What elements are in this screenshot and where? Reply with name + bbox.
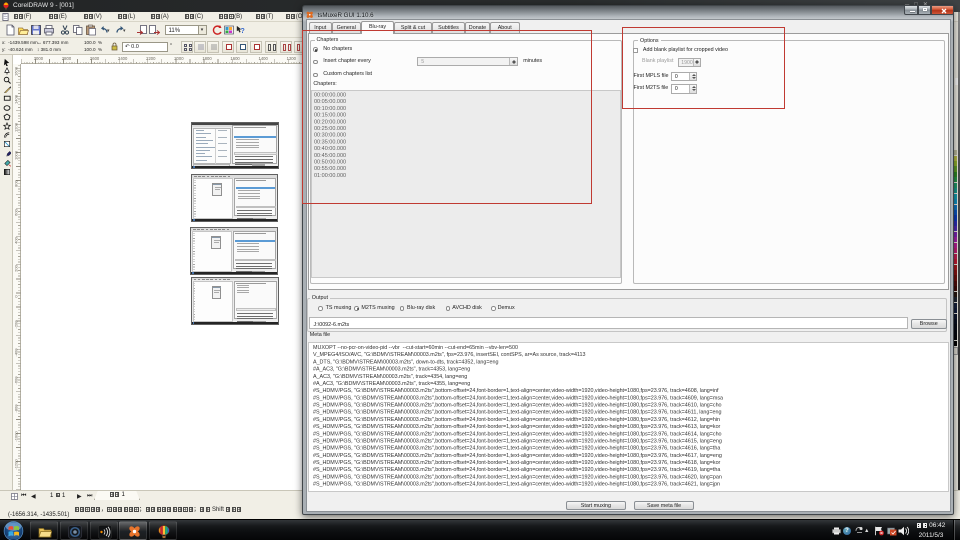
svg-text:?: ? [241, 28, 245, 35]
